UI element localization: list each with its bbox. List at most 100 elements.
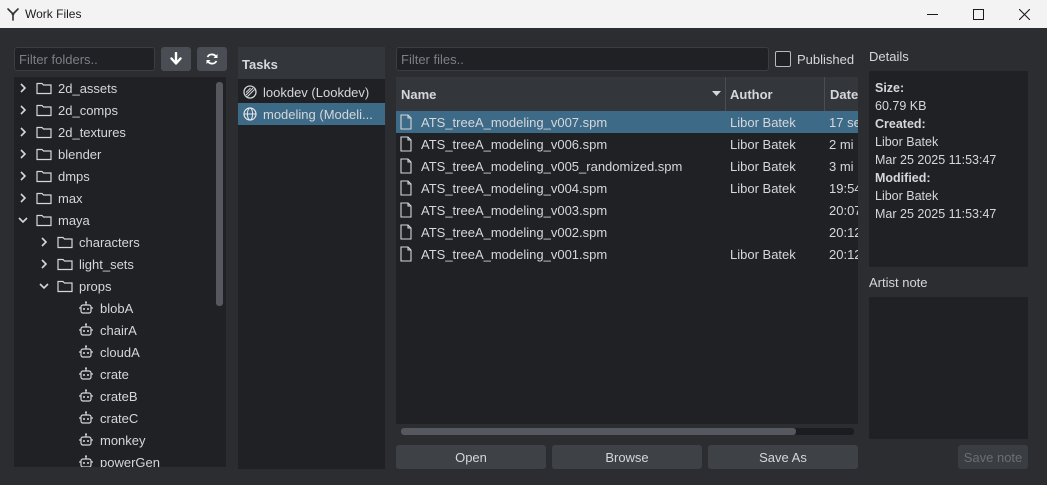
save-as-button[interactable]: Save As: [708, 445, 858, 469]
file-author: Libor Batek: [730, 115, 796, 130]
folder-filter-input[interactable]: [14, 47, 155, 71]
maximize-icon: [972, 8, 984, 20]
chevron-down-icon[interactable]: [39, 275, 49, 297]
folder-label: crate: [100, 367, 129, 382]
browse-button[interactable]: Browse: [552, 445, 702, 469]
file-date: 19:54: [829, 181, 858, 196]
minimize-button[interactable]: [909, 0, 955, 28]
file-row[interactable]: ATS_treeA_modeling_v006.spm Libor Batek 2 …: [396, 133, 858, 155]
folder-item-maya[interactable]: maya: [14, 209, 214, 231]
folder-item-monkey[interactable]: monkey: [14, 429, 214, 451]
folder-label: props: [79, 279, 112, 294]
chevron-right-icon[interactable]: [39, 253, 49, 275]
file-author: Libor Batek: [730, 159, 796, 174]
open-button[interactable]: Open: [396, 445, 546, 469]
folder-item-blender[interactable]: blender: [14, 143, 214, 165]
file-author: Libor Batek: [730, 181, 796, 196]
chevron-right-icon[interactable]: [18, 99, 28, 121]
folder-item-2d-assets[interactable]: 2d_assets: [14, 77, 214, 99]
close-icon: [1018, 8, 1030, 20]
artist-note-textarea[interactable]: [869, 297, 1028, 439]
folder-label: light_sets: [79, 257, 134, 272]
folder-item-crateb[interactable]: crateB: [14, 385, 214, 407]
save-note-button[interactable]: Save note: [958, 445, 1028, 469]
folder-icon: [57, 279, 73, 293]
folder-item-chaira[interactable]: chairA: [14, 319, 214, 341]
folder-label: blender: [58, 147, 102, 162]
minimize-icon: [926, 13, 938, 15]
folder-item-props[interactable]: props: [14, 275, 214, 297]
task-label: modeling (Modeli...: [263, 107, 373, 122]
file-filter-input[interactable]: [396, 47, 769, 71]
title-bar: Work Files: [0, 0, 1047, 28]
file-row[interactable]: ATS_treeA_modeling_v005_randomized.spm Li…: [396, 155, 858, 177]
folder-item-2d-comps[interactable]: 2d_comps: [14, 99, 214, 121]
file-row[interactable]: ATS_treeA_modeling_v001.spm Libor Batek 20…: [396, 243, 858, 265]
folder-label: crateC: [100, 411, 139, 426]
lookdev-icon: [243, 85, 257, 99]
folder-label: blobA: [100, 301, 134, 316]
column-divider[interactable]: [725, 77, 726, 111]
folder-icon: [36, 213, 52, 227]
folder-item-2d-textures[interactable]: 2d_textures: [14, 121, 214, 143]
folder-label: 2d_comps: [58, 103, 118, 118]
published-checkbox[interactable]: [775, 51, 791, 67]
files-table[interactable]: Name Author Date ATS_treeA_modeling_v007…: [396, 77, 858, 424]
refresh-button[interactable]: [197, 47, 227, 71]
folder-item-cratec[interactable]: crateC: [14, 407, 214, 429]
close-button[interactable]: [1001, 0, 1047, 28]
folder-item-characters[interactable]: characters: [14, 231, 214, 253]
folder-item-crate[interactable]: crate: [14, 363, 214, 385]
file-row[interactable]: ATS_treeA_modeling_v004.spm Libor Batek 19…: [396, 177, 858, 199]
chevron-right-icon[interactable]: [18, 77, 28, 99]
task-item-lookdev[interactable]: lookdev (Lookdev): [238, 81, 385, 103]
file-row[interactable]: ATS_treeA_modeling_v002.spm 20:12: [396, 221, 858, 243]
details-box: Size: 60.79 KB Created: Libor Batek Mar …: [869, 71, 1028, 267]
chevron-right-icon[interactable]: [18, 121, 28, 143]
task-item-modeling[interactable]: modeling (Modeli...: [238, 103, 385, 125]
folder-item-max[interactable]: max: [14, 187, 214, 209]
file-date: 17 se: [829, 115, 858, 130]
maximize-button[interactable]: [955, 0, 1001, 28]
created-key: Created:: [875, 117, 926, 131]
modified-key: Modified:: [875, 171, 931, 185]
file-date: 3 mi: [829, 159, 854, 174]
folder-item-bloba[interactable]: blobA: [14, 297, 214, 319]
column-header-name[interactable]: Name: [401, 87, 436, 102]
sort-descending-icon: [712, 91, 721, 96]
tasks-panel: Tasks lookdev (Lookdev) modeling (Modeli…: [238, 47, 385, 469]
chevron-right-icon[interactable]: [18, 165, 28, 187]
file-row[interactable]: ATS_treeA_modeling_v007.spm Libor Batek 17…: [396, 111, 858, 133]
folder-item-light-sets[interactable]: light_sets: [14, 253, 214, 275]
arrow-down-icon: [170, 52, 182, 65]
files-hscroll-thumb[interactable]: [401, 428, 796, 435]
download-button[interactable]: [161, 47, 191, 71]
chevron-down-icon[interactable]: [18, 209, 28, 231]
refresh-icon: [206, 53, 218, 65]
column-header-date[interactable]: Date: [830, 87, 858, 102]
file-icon: [400, 224, 412, 240]
column-header-author[interactable]: Author: [730, 87, 773, 102]
chevron-right-icon[interactable]: [18, 143, 28, 165]
folder-tree-scrollbar[interactable]: [216, 82, 223, 306]
folder-icon: [36, 191, 52, 205]
folder-tree[interactable]: 2d_assets 2d_comps 2d_textures blender dmps m…: [14, 77, 226, 467]
folder-item-dmps[interactable]: dmps: [14, 165, 214, 187]
file-author: Libor Batek: [730, 137, 796, 152]
folder-label: chairA: [100, 323, 137, 338]
chevron-right-icon[interactable]: [18, 187, 28, 209]
published-label: Published: [797, 52, 855, 67]
file-icon: [400, 158, 412, 174]
modified-at: Mar 25 2025 11:53:47: [875, 207, 997, 221]
chevron-right-icon[interactable]: [39, 231, 49, 253]
folder-item-powergen[interactable]: powerGen: [14, 451, 214, 467]
file-date: 20:12: [829, 225, 858, 240]
size-key: Size:: [875, 81, 905, 95]
file-icon: [400, 180, 412, 196]
folder-item-clouda[interactable]: cloudA: [14, 341, 214, 363]
asset-robot-icon: [78, 301, 94, 315]
file-row[interactable]: ATS_treeA_modeling_v003.spm 20:07: [396, 199, 858, 221]
file-icon: [400, 202, 412, 218]
column-divider[interactable]: [824, 77, 825, 111]
folder-icon: [36, 81, 52, 95]
